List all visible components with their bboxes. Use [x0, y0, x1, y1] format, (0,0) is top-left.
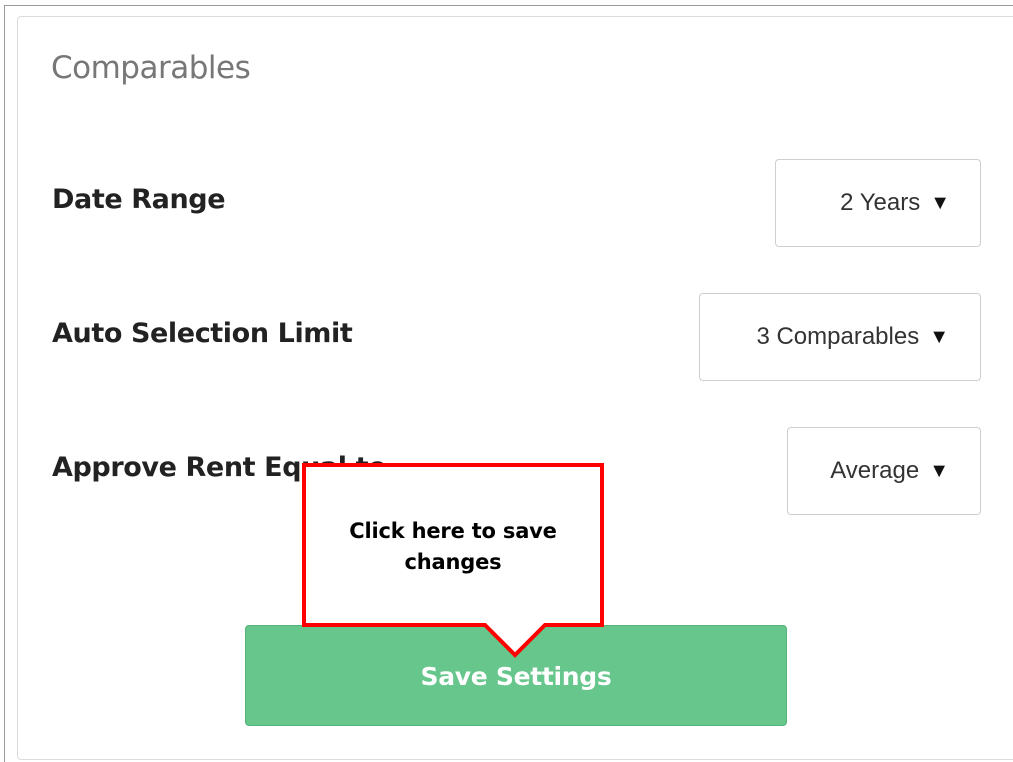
chevron-down-icon: ▼: [929, 459, 949, 482]
approve-rent-select[interactable]: Average ▼: [787, 427, 981, 515]
approve-rent-value: Average: [830, 457, 920, 484]
date-range-label: Date Range: [52, 184, 226, 215]
callout-text: Click here to save changes: [349, 519, 557, 574]
panel-title: Comparables: [51, 50, 251, 86]
chevron-down-icon: ▼: [929, 325, 949, 348]
auto-selection-limit-label: Auto Selection Limit: [52, 318, 353, 349]
date-range-select[interactable]: 2 Years ▼: [775, 159, 981, 247]
auto-selection-limit-value: 3 Comparables: [756, 323, 920, 350]
chevron-down-icon: ▼: [930, 191, 950, 214]
auto-selection-limit-select[interactable]: 3 Comparables ▼: [699, 293, 981, 381]
date-range-value: 2 Years: [840, 189, 921, 216]
